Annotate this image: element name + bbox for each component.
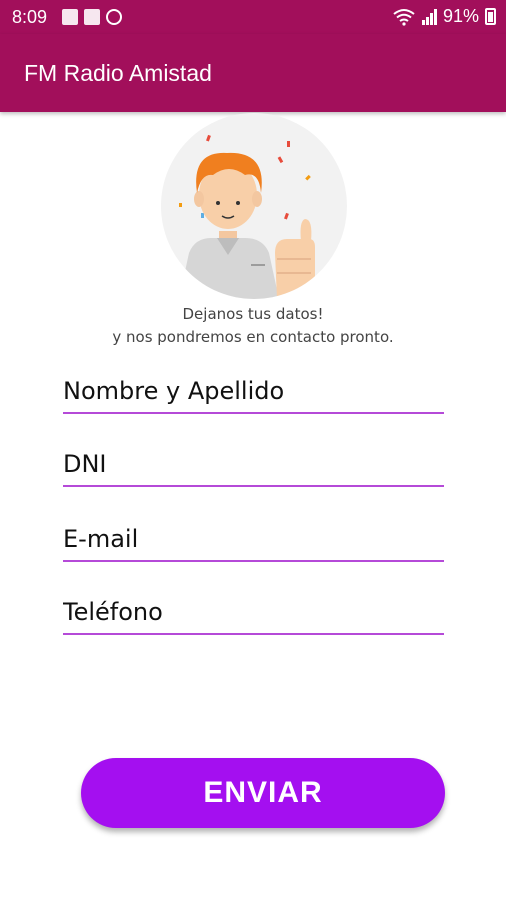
- status-right: 91%: [393, 6, 496, 27]
- thumbs-up-person-icon: [179, 134, 315, 299]
- battery-icon: [485, 8, 496, 25]
- status-bar: 8:09 91%: [0, 0, 506, 34]
- wifi-icon: [393, 8, 415, 26]
- email-field[interactable]: [63, 518, 444, 562]
- app-title: FM Radio Amistad: [24, 60, 212, 86]
- intro-line-2: y nos pondremos en contacto pronto.: [112, 328, 394, 346]
- dni-field[interactable]: [63, 443, 444, 487]
- contact-avatar-illustration: [161, 113, 347, 299]
- status-time: 8:09: [12, 7, 48, 27]
- phone-field[interactable]: [63, 591, 444, 635]
- alarm-icon: [106, 9, 122, 25]
- news-icon: [84, 9, 100, 25]
- app-bar: FM Radio Amistad: [0, 34, 506, 112]
- submit-button[interactable]: ENVIAR: [81, 758, 445, 828]
- notification-icons: [62, 9, 122, 25]
- battery-percentage: 91%: [442, 6, 479, 26]
- signal-icon: [421, 8, 437, 25]
- name-field[interactable]: [63, 370, 444, 414]
- facebook-icon: [62, 9, 78, 25]
- intro-line-1: Dejanos tus datos!: [182, 305, 324, 323]
